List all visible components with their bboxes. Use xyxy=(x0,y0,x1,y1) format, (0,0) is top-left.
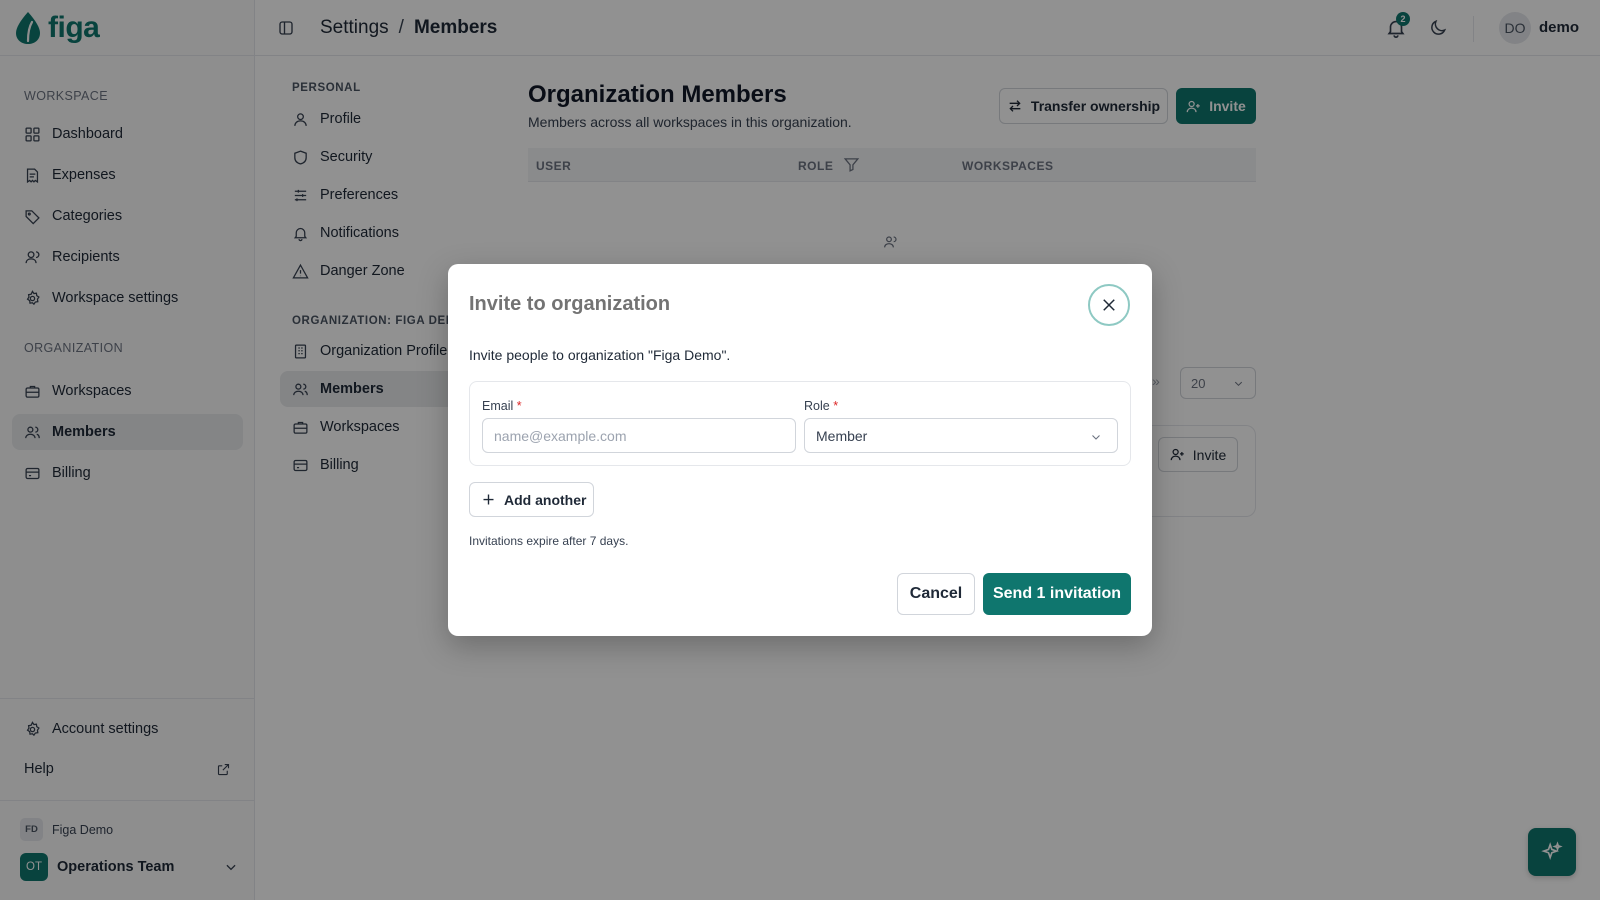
send-invitation-button[interactable]: Send 1 invitation xyxy=(983,573,1131,615)
add-another-label: Add another xyxy=(504,491,587,508)
chevron-down-icon xyxy=(1092,435,1100,440)
cancel-button[interactable]: Cancel xyxy=(897,573,975,615)
invite-dialog: Invite to organization Invite people to … xyxy=(448,264,1152,636)
dialog-description: Invite people to organization "Figa Demo… xyxy=(469,347,731,363)
role-label: Role * xyxy=(804,399,838,413)
email-field[interactable]: name@example.com xyxy=(482,418,796,453)
plus-icon xyxy=(483,494,494,505)
dialog-title: Invite to organization xyxy=(469,293,671,315)
role-label-text: Role xyxy=(804,399,830,413)
required-mark: * xyxy=(833,399,839,413)
required-mark: * xyxy=(516,399,522,413)
expiry-note: Invitations expire after 7 days. xyxy=(469,534,629,548)
close-icon xyxy=(1103,299,1115,311)
add-another-button[interactable]: Add another xyxy=(469,482,594,517)
email-label-text: Email xyxy=(482,399,514,413)
email-label: Email * xyxy=(482,399,522,413)
role-select[interactable]: Member xyxy=(804,418,1118,453)
close-button[interactable] xyxy=(1088,284,1130,326)
